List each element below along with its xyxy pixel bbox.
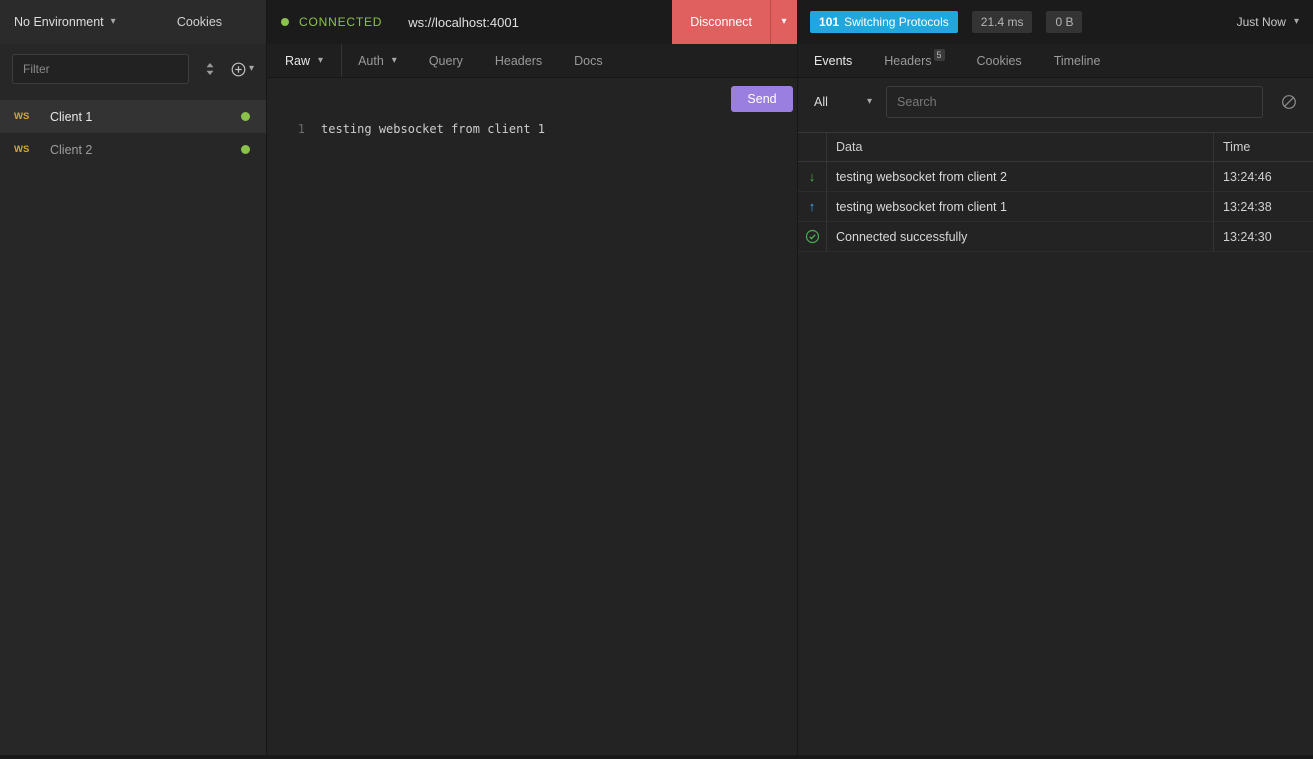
editor-line: 1 testing websocket from client 1	[267, 120, 797, 138]
websocket-client-app: No Environment ▾ Cookies ▾	[0, 0, 1313, 759]
cell-icon: ↓	[798, 162, 826, 191]
request-tabs: Raw ▾ Auth ▾ Query Headers Docs	[267, 44, 797, 78]
connection-topbar: CONNECTED ws://localhost:4001 Disconnect…	[267, 0, 797, 44]
disconnect-dropdown-toggle[interactable]: ▾	[770, 0, 797, 44]
plus-circle-icon	[231, 62, 246, 77]
list-item-client-2[interactable]: WS Client 2	[0, 133, 266, 166]
chevron-down-icon: ▾	[318, 56, 323, 66]
tab-query-label: Query	[429, 54, 463, 68]
connection-status-label: CONNECTED	[299, 15, 382, 29]
tab-cookies-label: Cookies	[977, 54, 1022, 68]
sidebar-topbar: No Environment ▾ Cookies	[0, 0, 266, 44]
cell-data: Connected successfully	[826, 222, 1213, 251]
chevron-down-icon: ▾	[111, 17, 116, 27]
check-circle-icon	[805, 229, 820, 244]
connection-status-dot-icon	[281, 18, 289, 26]
sidebar: No Environment ▾ Cookies ▾	[0, 0, 267, 755]
chevron-down-icon: ▾	[392, 56, 397, 66]
table-row[interactable]: ↑ testing websocket from client 1 13:24:…	[798, 192, 1313, 222]
ws-type-badge: WS	[14, 111, 36, 122]
cookies-link[interactable]: Cookies	[177, 15, 222, 29]
events-table-header: Data Time	[798, 132, 1313, 162]
events-table: Data Time ↓ testing websocket from clien…	[798, 132, 1313, 252]
cell-icon: ↑	[798, 192, 826, 221]
tab-auth-label: Auth	[358, 54, 384, 68]
clear-events-button[interactable]	[1281, 94, 1297, 110]
arrow-down-received-icon: ↓	[809, 170, 816, 183]
tab-events-label: Events	[814, 54, 852, 68]
cell-time: 13:24:46	[1213, 162, 1313, 191]
request-list: WS Client 1 WS Client 2	[0, 100, 266, 166]
tab-query[interactable]: Query	[413, 44, 479, 77]
sidebar-filter-row: ▾	[0, 44, 266, 94]
disconnect-button[interactable]: Disconnect ▾	[672, 0, 797, 44]
cell-data: testing websocket from client 2	[826, 162, 1213, 191]
list-item-client-1[interactable]: WS Client 1	[0, 100, 266, 133]
websocket-url: ws://localhost:4001	[408, 15, 519, 30]
connected-dot-icon	[241, 112, 250, 121]
chevron-down-icon: ▾	[249, 64, 254, 74]
response-size-badge: 0 B	[1046, 11, 1082, 33]
cell-icon	[798, 222, 826, 251]
tab-auth[interactable]: Auth ▾	[342, 44, 413, 77]
updated-time-label: Just Now	[1237, 15, 1286, 29]
status-badge: 101 Switching Protocols	[810, 11, 958, 33]
status-code: 101	[819, 15, 839, 29]
tab-headers-label: Headers	[495, 54, 542, 68]
tab-response-headers[interactable]: Headers 5	[868, 44, 960, 77]
arrow-up-sent-icon: ↑	[809, 200, 816, 213]
response-tabs: Events Headers 5 Cookies Timeline	[798, 44, 1313, 78]
cell-data: testing websocket from client 1	[826, 192, 1213, 221]
header-icon-column	[798, 133, 826, 161]
event-type-selected: All	[814, 95, 828, 109]
ws-type-badge: WS	[14, 144, 36, 155]
header-time-column: Time	[1213, 133, 1313, 161]
events-filter-bar: All ▾	[798, 78, 1313, 126]
disconnect-button-label[interactable]: Disconnect	[672, 0, 770, 44]
add-request-button[interactable]: ▾	[231, 62, 254, 77]
status-text: Switching Protocols	[844, 15, 949, 29]
chevron-down-icon: ▾	[867, 97, 872, 107]
send-row: Send	[267, 78, 797, 120]
response-topbar: 101 Switching Protocols 21.4 ms 0 B Just…	[798, 0, 1313, 44]
tab-timeline-label: Timeline	[1054, 54, 1101, 68]
environment-selector[interactable]: No Environment ▾	[14, 15, 116, 29]
cell-time: 13:24:30	[1213, 222, 1313, 251]
tab-response-headers-label: Headers	[884, 54, 931, 68]
send-button[interactable]: Send	[731, 86, 793, 112]
tab-docs[interactable]: Docs	[558, 44, 618, 77]
events-search-input[interactable]	[886, 86, 1263, 118]
request-panel: CONNECTED ws://localhost:4001 Disconnect…	[267, 0, 798, 755]
cell-time: 13:24:38	[1213, 192, 1313, 221]
tab-docs-label: Docs	[574, 54, 602, 68]
message-editor[interactable]: 1 testing websocket from client 1	[267, 120, 797, 755]
updated-time-selector[interactable]: Just Now ▾	[1237, 15, 1299, 29]
request-name: Client 1	[50, 110, 227, 124]
sort-icon[interactable]	[203, 62, 217, 76]
block-icon	[1281, 94, 1297, 110]
tab-raw-label: Raw	[285, 54, 310, 68]
event-type-select[interactable]: All ▾	[814, 95, 872, 109]
connected-dot-icon	[241, 145, 250, 154]
line-number: 1	[267, 122, 305, 136]
tab-events[interactable]: Events	[798, 44, 868, 77]
response-panel: 101 Switching Protocols 21.4 ms 0 B Just…	[798, 0, 1313, 755]
chevron-down-icon: ▾	[1294, 17, 1299, 27]
environment-label: No Environment	[14, 15, 104, 29]
header-data-column: Data	[826, 133, 1213, 161]
request-name: Client 2	[50, 143, 227, 157]
table-row[interactable]: ↓ testing websocket from client 2 13:24:…	[798, 162, 1313, 192]
chevron-down-icon: ▾	[782, 17, 787, 27]
table-row[interactable]: Connected successfully 13:24:30	[798, 222, 1313, 252]
message-text: testing websocket from client 1	[321, 122, 545, 136]
response-time-badge: 21.4 ms	[972, 11, 1033, 33]
tab-cookies[interactable]: Cookies	[961, 44, 1038, 77]
tab-timeline[interactable]: Timeline	[1038, 44, 1117, 77]
headers-count-badge: 5	[934, 49, 945, 61]
tab-headers[interactable]: Headers	[479, 44, 558, 77]
filter-input[interactable]	[12, 54, 189, 84]
tab-raw[interactable]: Raw ▾	[267, 44, 342, 77]
